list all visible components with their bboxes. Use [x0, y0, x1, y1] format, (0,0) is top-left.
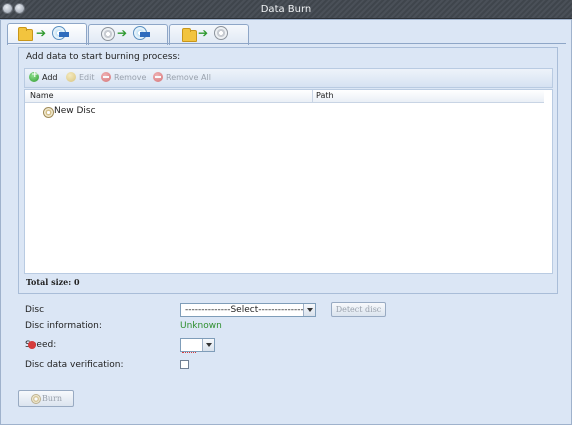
speed-select[interactable] — [180, 338, 215, 352]
title-bar: Data Burn — [0, 0, 572, 19]
burn-icon — [31, 394, 41, 404]
folder-icon — [182, 28, 197, 42]
data-toolbar: Add Edit Remove Remove All — [24, 68, 553, 88]
validation-underline — [182, 351, 196, 353]
tab-folder-to-disc[interactable]: ➔ — [169, 24, 249, 45]
chevron-down-icon[interactable] — [202, 339, 214, 351]
tree-row-new-disc[interactable]: New Disc — [54, 106, 96, 116]
dvd-disc-icon — [133, 26, 150, 40]
detect-disc-button[interactable]: Detect disc — [331, 302, 386, 317]
error-icon — [28, 341, 36, 349]
disc-select[interactable]: --------------Select-------------- — [180, 303, 316, 317]
grid-header: Name Path — [25, 90, 544, 103]
add-button[interactable]: Add — [42, 73, 58, 82]
arrow-right-icon: ➔ — [198, 26, 209, 40]
add-icon — [29, 70, 39, 82]
arrow-right-icon: ➔ — [117, 26, 128, 40]
edit-button[interactable]: Edit — [79, 73, 95, 82]
total-size: Total size: 0 — [26, 277, 80, 287]
chevron-down-icon[interactable] — [303, 304, 315, 316]
remove-all-button[interactable]: Remove All — [166, 73, 211, 82]
remove-icon — [101, 72, 111, 82]
remove-all-icon — [153, 72, 163, 82]
disc-info-value: Unknown — [180, 321, 222, 331]
disc-label: Disc — [25, 305, 45, 315]
data-grid[interactable]: Name Path New Disc — [24, 89, 553, 274]
folder-icon — [18, 27, 33, 41]
disc-icon — [43, 107, 54, 118]
column-header-name[interactable]: Name — [30, 91, 54, 100]
column-separator[interactable] — [312, 90, 313, 103]
window-title: Data Burn — [260, 4, 312, 15]
verify-label: Disc data verification: — [25, 360, 124, 370]
verify-checkbox[interactable] — [180, 360, 189, 369]
disc-icon — [101, 27, 115, 41]
grid-footer: Total size: 0 — [24, 274, 553, 290]
arrow-right-icon: ➔ — [36, 26, 47, 40]
dvd-disc-icon — [52, 26, 69, 40]
edit-icon — [66, 72, 76, 82]
tab-divider — [7, 43, 566, 44]
tab-disc-to-dvd[interactable]: ➔ — [88, 24, 168, 45]
tab-folder-to-dvd[interactable]: ➔ — [7, 23, 87, 45]
disc-select-value: --------------Select-------------- — [185, 305, 304, 315]
panel-title: Add data to start burning process: — [26, 52, 181, 62]
data-panel: Add data to start burning process: Add E… — [18, 47, 558, 294]
remove-button[interactable]: Remove — [114, 73, 146, 82]
column-header-path[interactable]: Path — [316, 91, 334, 100]
disc-icon — [214, 26, 228, 40]
burn-button[interactable]: Burn — [18, 390, 74, 407]
burn-button-label: Burn — [41, 394, 62, 403]
disc-info-label: Disc information: — [25, 321, 102, 331]
